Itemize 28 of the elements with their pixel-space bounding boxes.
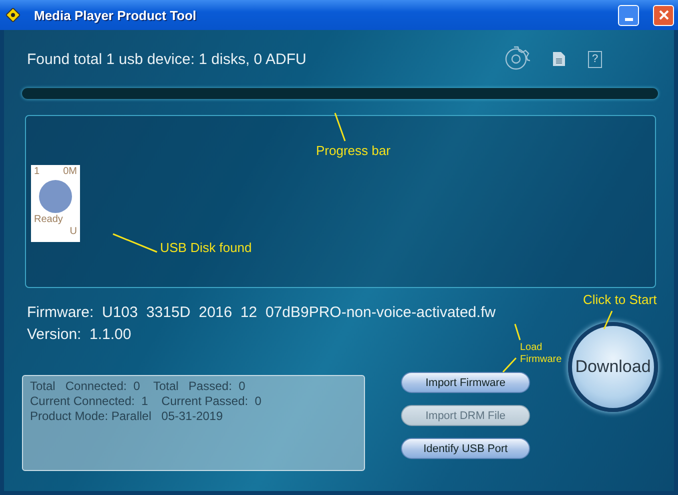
status-text: Found total 1 usb device: 1 disks, 0 ADFU [27,50,306,68]
disk-number: 1 [34,166,40,178]
disk-size: 0M [63,166,77,178]
disk-circle-icon [39,180,72,213]
help-button[interactable]: ? [588,50,602,68]
annotation-label: Click to Start [583,293,657,307]
download-button[interactable]: Download [568,322,658,412]
disk-status: Ready [34,214,64,226]
minimize-icon [624,18,632,20]
stats-line: Product Mode: Parallel 05-31-2019 [30,409,224,424]
usb-disk-tile[interactable]: 1 0M Ready U [31,165,80,242]
stats-line: Total Connected: 0 Total Passed: 0 [30,379,246,394]
close-button[interactable] [653,4,674,26]
disk-letter: U [70,226,77,238]
action-button[interactable]: Import Firmware [401,372,530,393]
app-logo-icon [6,8,20,22]
action-button[interactable]: Identify USB Port [401,438,530,459]
minimize-button[interactable] [618,4,639,26]
annotation-label: USB Disk found [160,241,252,255]
firmware-text: Firmware: U103 3315D 2016 12 07dB9PRO-non-voice-activated.fw [26,303,497,323]
window-title: Media Player Product Tool [34,8,196,22]
annotation-arrow [500,322,522,374]
close-icon [658,10,668,20]
annotation-label: Load Firmware [520,342,563,366]
stats-line: Current Connected: 1 Current Passed: 0 [30,394,262,409]
version-text: Version: 1.1.00 [26,325,132,345]
annotation-label: Progress bar [316,144,390,158]
document-icon[interactable] [552,51,566,67]
